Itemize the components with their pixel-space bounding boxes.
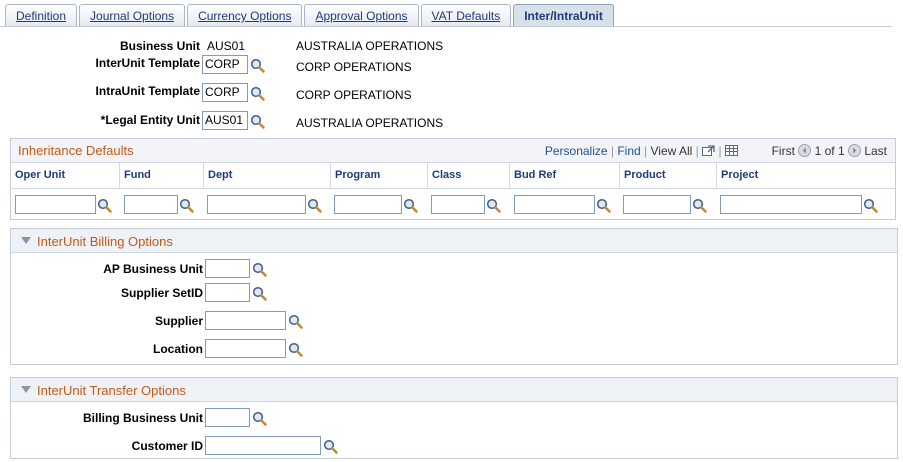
view-all-link[interactable]: View All — [650, 144, 692, 158]
interunit-template-lookup-icon[interactable] — [250, 58, 265, 73]
column-bud-ref: Bud Ref — [510, 163, 620, 188]
tab-currency-options[interactable]: Currency Options — [187, 4, 303, 27]
billing-group-header: InterUnit Billing Options — [11, 229, 897, 253]
intraunit-template-label: IntraUnit Template — [95, 84, 200, 98]
ap-business-unit-lookup-icon[interactable] — [252, 262, 267, 277]
triangle-down-icon[interactable] — [21, 386, 31, 393]
column-product: Product — [620, 163, 717, 188]
arrow-left-circle-icon[interactable] — [798, 144, 812, 157]
personalize-link[interactable]: Personalize — [545, 144, 608, 158]
customer-id-lookup-icon[interactable] — [323, 439, 338, 454]
business-unit-value: AUS01 — [207, 39, 246, 53]
tab-inter-intraunit[interactable]: Inter/IntraUnit — [513, 4, 614, 27]
tab-bar: Definition Journal Options Currency Opti… — [5, 4, 616, 27]
intraunit-template-lookup-icon[interactable] — [250, 86, 265, 101]
grid-header-divider — [11, 188, 895, 189]
supplier-label: Supplier — [154, 314, 203, 328]
transfer-group-title: InterUnit Transfer Options — [37, 383, 186, 398]
supplier-setid-input[interactable] — [205, 283, 250, 302]
download-spreadsheet-icon[interactable] — [724, 145, 739, 157]
grid-header-bar: Inheritance Defaults Personalize | Find … — [11, 139, 895, 163]
tab-journal-options[interactable]: Journal Options — [79, 4, 186, 27]
customer-id-label: Customer ID — [131, 439, 203, 453]
last-label: Last — [864, 144, 887, 158]
column-dept: Dept — [204, 163, 331, 188]
oper-unit-lookup-icon[interactable] — [97, 198, 112, 213]
business-unit-label: Business Unit — [119, 39, 200, 53]
tab-vat-defaults[interactable]: VAT Defaults — [420, 4, 512, 27]
intraunit-template-description: CORP OPERATIONS — [296, 88, 412, 102]
interunit-template-label: InterUnit Template — [95, 56, 200, 70]
inheritance-defaults-grid: Inheritance Defaults Personalize | Find … — [10, 138, 896, 220]
oper-unit-input[interactable] — [15, 195, 96, 214]
supplier-input[interactable] — [205, 311, 286, 330]
first-label: First — [771, 144, 795, 158]
tab-divider — [0, 26, 892, 27]
supplier-lookup-icon[interactable] — [288, 314, 303, 329]
column-class: Class — [428, 163, 510, 188]
interunit-template-description: CORP OPERATIONS — [296, 60, 412, 74]
column-oper-unit: Oper Unit — [11, 163, 120, 188]
billing-business-unit-lookup-icon[interactable] — [252, 411, 267, 426]
billing-business-unit-label: Billing Business Unit — [82, 411, 203, 425]
interunit-billing-options-group: InterUnit Billing Options AP Business Un… — [10, 228, 898, 365]
location-label: Location — [153, 342, 203, 356]
bud-ref-lookup-icon[interactable] — [596, 198, 611, 213]
interunit-template-input[interactable]: CORP — [202, 55, 248, 74]
column-program: Program — [331, 163, 428, 188]
location-input[interactable] — [205, 339, 286, 358]
legal-entity-unit-label: *Legal Entity Unit — [100, 113, 200, 127]
fund-input[interactable] — [124, 195, 178, 214]
class-lookup-icon[interactable] — [486, 198, 501, 213]
customer-id-input[interactable] — [205, 436, 321, 455]
tab-approval-options[interactable]: Approval Options — [304, 4, 419, 27]
tab-definition[interactable]: Definition — [5, 4, 78, 27]
supplier-setid-lookup-icon[interactable] — [252, 286, 267, 301]
ap-business-unit-input[interactable] — [205, 259, 250, 278]
fund-lookup-icon[interactable] — [179, 198, 194, 213]
dept-input[interactable] — [207, 195, 306, 214]
bud-ref-input[interactable] — [514, 195, 595, 214]
dept-lookup-icon[interactable] — [307, 198, 322, 213]
legal-entity-unit-input[interactable]: AUS01 — [202, 111, 248, 130]
arrow-right-circle-icon[interactable] — [847, 144, 861, 157]
grid-title: Inheritance Defaults — [18, 143, 134, 158]
column-project: Project — [717, 163, 895, 188]
product-input[interactable] — [623, 195, 691, 214]
legal-entity-unit-description: AUSTRALIA OPERATIONS — [296, 116, 444, 130]
zoom-grid-icon[interactable] — [702, 145, 715, 157]
page-count: 1 of 1 — [814, 144, 845, 158]
grid-navigation: Personalize | Find | View All | | First — [544, 144, 887, 158]
triangle-down-icon[interactable] — [21, 237, 31, 244]
billing-group-title: InterUnit Billing Options — [37, 234, 173, 249]
legal-entity-unit-lookup-icon[interactable] — [250, 114, 265, 129]
find-link[interactable]: Find — [617, 144, 640, 158]
interunit-transfer-options-group: InterUnit Transfer Options Billing Busin… — [10, 377, 898, 459]
program-input[interactable] — [334, 195, 402, 214]
column-fund: Fund — [120, 163, 204, 188]
product-lookup-icon[interactable] — [692, 198, 707, 213]
intraunit-template-input[interactable]: CORP — [202, 83, 248, 102]
project-lookup-icon[interactable] — [863, 198, 878, 213]
billing-business-unit-input[interactable] — [205, 408, 250, 427]
business-unit-description: AUSTRALIA OPERATIONS — [296, 39, 444, 53]
supplier-setid-label: Supplier SetID — [120, 286, 203, 300]
project-input[interactable] — [720, 195, 862, 214]
transfer-group-header: InterUnit Transfer Options — [11, 378, 897, 402]
ap-business-unit-label: AP Business Unit — [103, 262, 203, 276]
class-input[interactable] — [431, 195, 485, 214]
location-lookup-icon[interactable] — [288, 342, 303, 357]
program-lookup-icon[interactable] — [403, 198, 418, 213]
